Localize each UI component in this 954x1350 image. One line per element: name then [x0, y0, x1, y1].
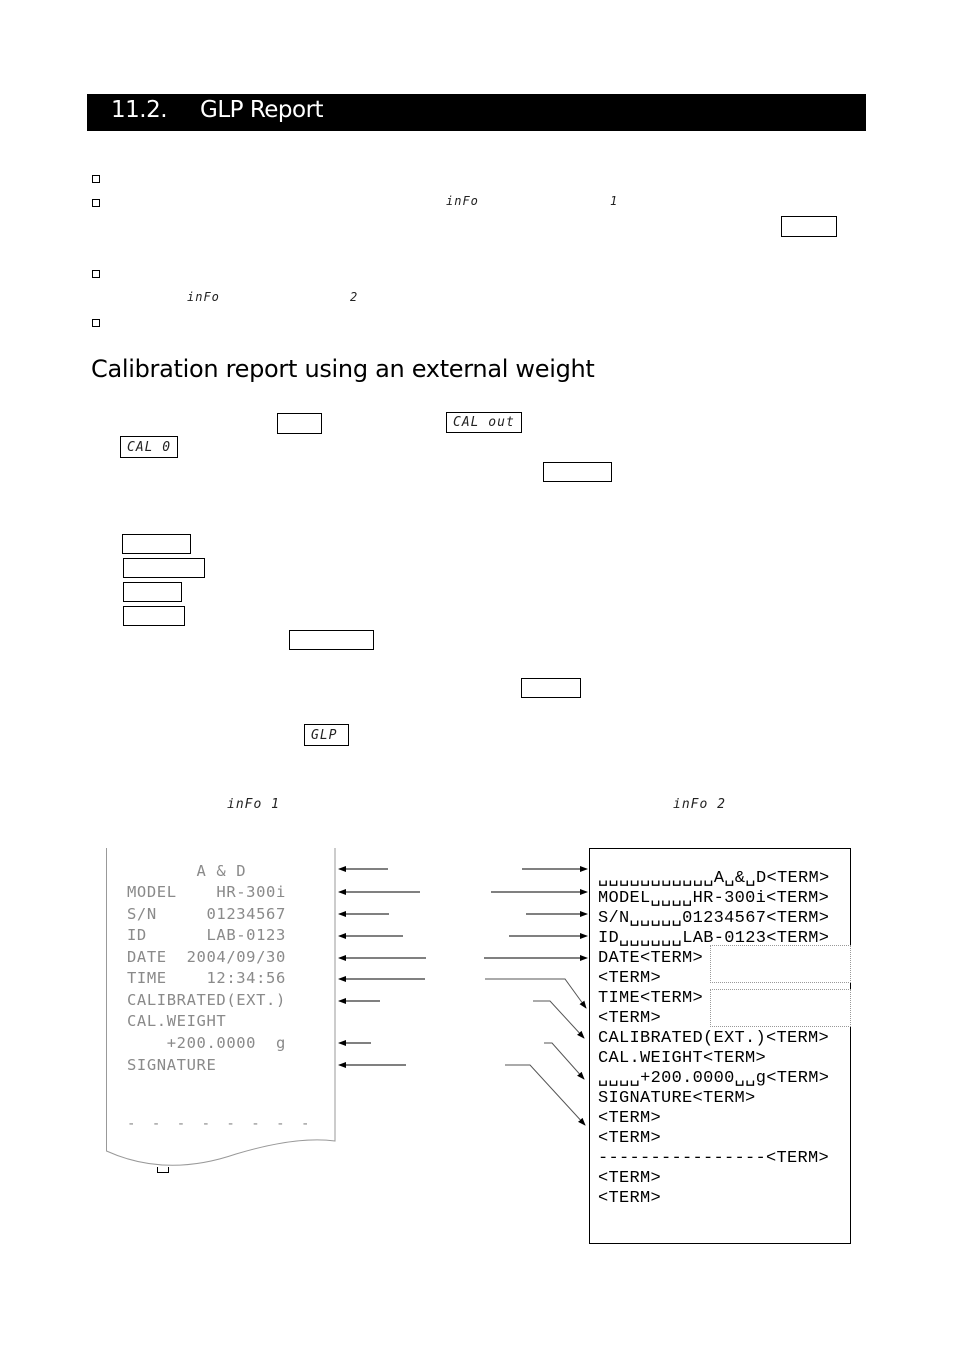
data-line: <TERM>	[598, 1169, 662, 1188]
key-box	[277, 413, 322, 434]
printout-line-model: MODEL HR-300i	[127, 883, 286, 901]
lcd-info-number: 1	[610, 194, 619, 208]
space-symbol-icon	[157, 1167, 169, 1173]
printout-line-serial: S/N 01234567	[127, 905, 286, 923]
square-bullet-icon	[92, 199, 100, 207]
lcd-info-number: 2	[350, 290, 359, 304]
data-line: ----------------<TERM>	[598, 1149, 830, 1168]
section-title-bar: 11.2. GLP Report	[87, 94, 866, 131]
lcd-glp: GLP	[304, 724, 349, 746]
key-box	[123, 558, 205, 578]
data-line: <TERM>	[598, 1129, 662, 1148]
square-bullet-icon	[92, 319, 100, 327]
lcd-info-2-label: inFo 2	[673, 797, 726, 812]
lcd-info-text: inFo	[446, 194, 479, 208]
data-line: CALIBRATED(EXT.)<TERM>	[598, 1029, 830, 1048]
data-line: <TERM>	[598, 1109, 662, 1128]
key-box	[521, 678, 581, 698]
date-blank-box	[710, 945, 851, 983]
lcd-info-text: inFo	[187, 290, 220, 304]
arrow-icon	[533, 1000, 585, 1039]
printout-line-signature: SIGNATURE	[127, 1056, 217, 1074]
key-box	[123, 582, 182, 602]
section-title: GLP Report	[200, 97, 324, 123]
data-line: TIME<TERM>	[598, 989, 704, 1008]
data-line: MODEL␣␣␣␣HR-300i<TERM>	[598, 889, 830, 908]
data-format-example: ␣␣␣␣␣␣␣␣␣␣␣A␣&␣D<TERM> MODEL␣␣␣␣HR-300i<…	[589, 848, 851, 1244]
printout-line-id: ID LAB-0123	[127, 926, 286, 944]
key-box	[289, 630, 374, 650]
arrows-diagram	[338, 866, 588, 1126]
data-line: CAL.WEIGHT<TERM>	[598, 1049, 767, 1068]
data-line: ␣␣␣␣␣␣␣␣␣␣␣A␣&␣D<TERM>	[598, 869, 830, 888]
printout-line-weight-value: +200.0000 g	[127, 1034, 286, 1052]
data-line: <TERM>	[598, 969, 662, 988]
arrow-icon	[505, 1064, 586, 1126]
square-bullet-icon	[92, 270, 100, 278]
key-box	[122, 534, 191, 554]
time-blank-box	[710, 989, 851, 1027]
signature-line: - - - - - - - -	[127, 1116, 314, 1132]
arrow-icon	[485, 978, 587, 1009]
lcd-cal-zero: CAL 0	[120, 436, 178, 458]
printout-line-date: DATE 2004/09/30	[127, 948, 286, 966]
square-bullet-icon	[92, 175, 100, 183]
key-box	[781, 216, 837, 237]
data-line: S/N␣␣␣␣␣01234567<TERM>	[598, 909, 830, 928]
printout-line-company: A & D	[127, 862, 247, 880]
key-box	[543, 462, 612, 482]
printout-example: A & D MODEL HR-300i S/N 01234567 ID LAB-…	[106, 848, 336, 1166]
printout-line-cal-weight: CAL.WEIGHT	[127, 1012, 227, 1030]
arrow-icon	[544, 1042, 585, 1080]
data-line: <TERM>	[598, 1189, 662, 1208]
key-box	[123, 606, 185, 626]
data-line: SIGNATURE<TERM>	[598, 1089, 756, 1108]
lcd-cal-out: CAL out	[446, 412, 522, 433]
data-line: ␣␣␣␣+200.0000␣␣g<TERM>	[598, 1069, 830, 1088]
printout-line-calibrated: CALIBRATED(EXT.)	[127, 991, 286, 1009]
data-line: DATE<TERM>	[598, 949, 704, 968]
data-line: <TERM>	[598, 1009, 662, 1028]
printout-line-time: TIME 12:34:56	[127, 969, 286, 987]
subsection-title: Calibration report using an external wei…	[91, 355, 595, 383]
section-number: 11.2.	[111, 97, 168, 123]
lcd-info-1-label: inFo 1	[227, 797, 280, 812]
